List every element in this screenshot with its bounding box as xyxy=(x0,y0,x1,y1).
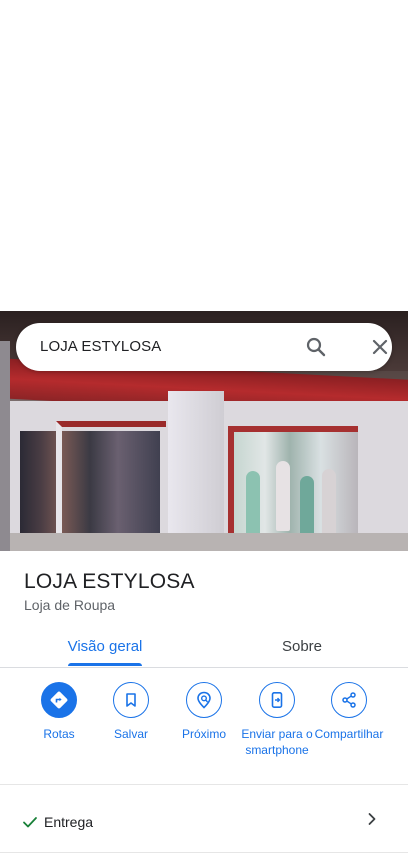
search-bar[interactable]: LOJA ESTYLOSA xyxy=(16,323,392,371)
tab-overview[interactable]: Visão geral xyxy=(54,624,156,668)
section-divider xyxy=(0,784,408,785)
share-button[interactable]: Compartilhar xyxy=(311,682,387,742)
nearby-icon xyxy=(186,682,222,718)
tab-active-indicator xyxy=(68,663,142,666)
action-label: Rotas xyxy=(43,727,75,741)
action-label: Compartilhar xyxy=(314,727,384,741)
photo-shop-frame xyxy=(56,421,166,551)
action-label: Enviar para o smartphone xyxy=(241,727,313,757)
tab-bar: Visão geral Sobre xyxy=(0,624,408,668)
action-buttons: Rotas Salvar Próximo Enviar para o smart… xyxy=(0,682,408,782)
check-icon xyxy=(22,814,38,830)
section-divider xyxy=(0,852,408,853)
place-title: LOJA ESTYLOSA xyxy=(24,570,195,593)
directions-button[interactable]: Rotas xyxy=(21,682,97,742)
photo-mannequin xyxy=(322,469,336,539)
attribute-label: Entrega xyxy=(44,814,94,830)
action-label: Próximo xyxy=(181,727,226,741)
search-icon[interactable] xyxy=(304,335,328,359)
photo-floor xyxy=(0,533,408,551)
nearby-button[interactable]: Próximo xyxy=(166,682,242,742)
tab-about[interactable]: Sobre xyxy=(252,624,352,668)
attribute-row-delivery[interactable]: Entrega xyxy=(0,800,408,846)
map-area-blank xyxy=(0,0,408,311)
close-icon[interactable] xyxy=(368,335,392,359)
save-button[interactable]: Salvar xyxy=(93,682,169,742)
photo-mannequin xyxy=(246,471,260,541)
directions-icon xyxy=(41,682,77,718)
action-label: Salvar xyxy=(113,727,148,741)
send-to-phone-icon xyxy=(259,682,295,718)
send-to-phone-button[interactable]: Enviar para o smartphone xyxy=(239,682,315,758)
search-input[interactable]: LOJA ESTYLOSA xyxy=(40,338,161,355)
share-icon xyxy=(331,682,367,718)
photo-pillar xyxy=(168,391,224,551)
photo-mannequin xyxy=(276,461,290,531)
bookmark-icon xyxy=(113,682,149,718)
chevron-right-icon[interactable] xyxy=(362,809,382,829)
photo-pole xyxy=(0,341,10,551)
tab-label: Sobre xyxy=(281,637,323,655)
tab-label: Visão geral xyxy=(67,637,143,655)
place-category[interactable]: Loja de Roupa xyxy=(24,597,115,613)
